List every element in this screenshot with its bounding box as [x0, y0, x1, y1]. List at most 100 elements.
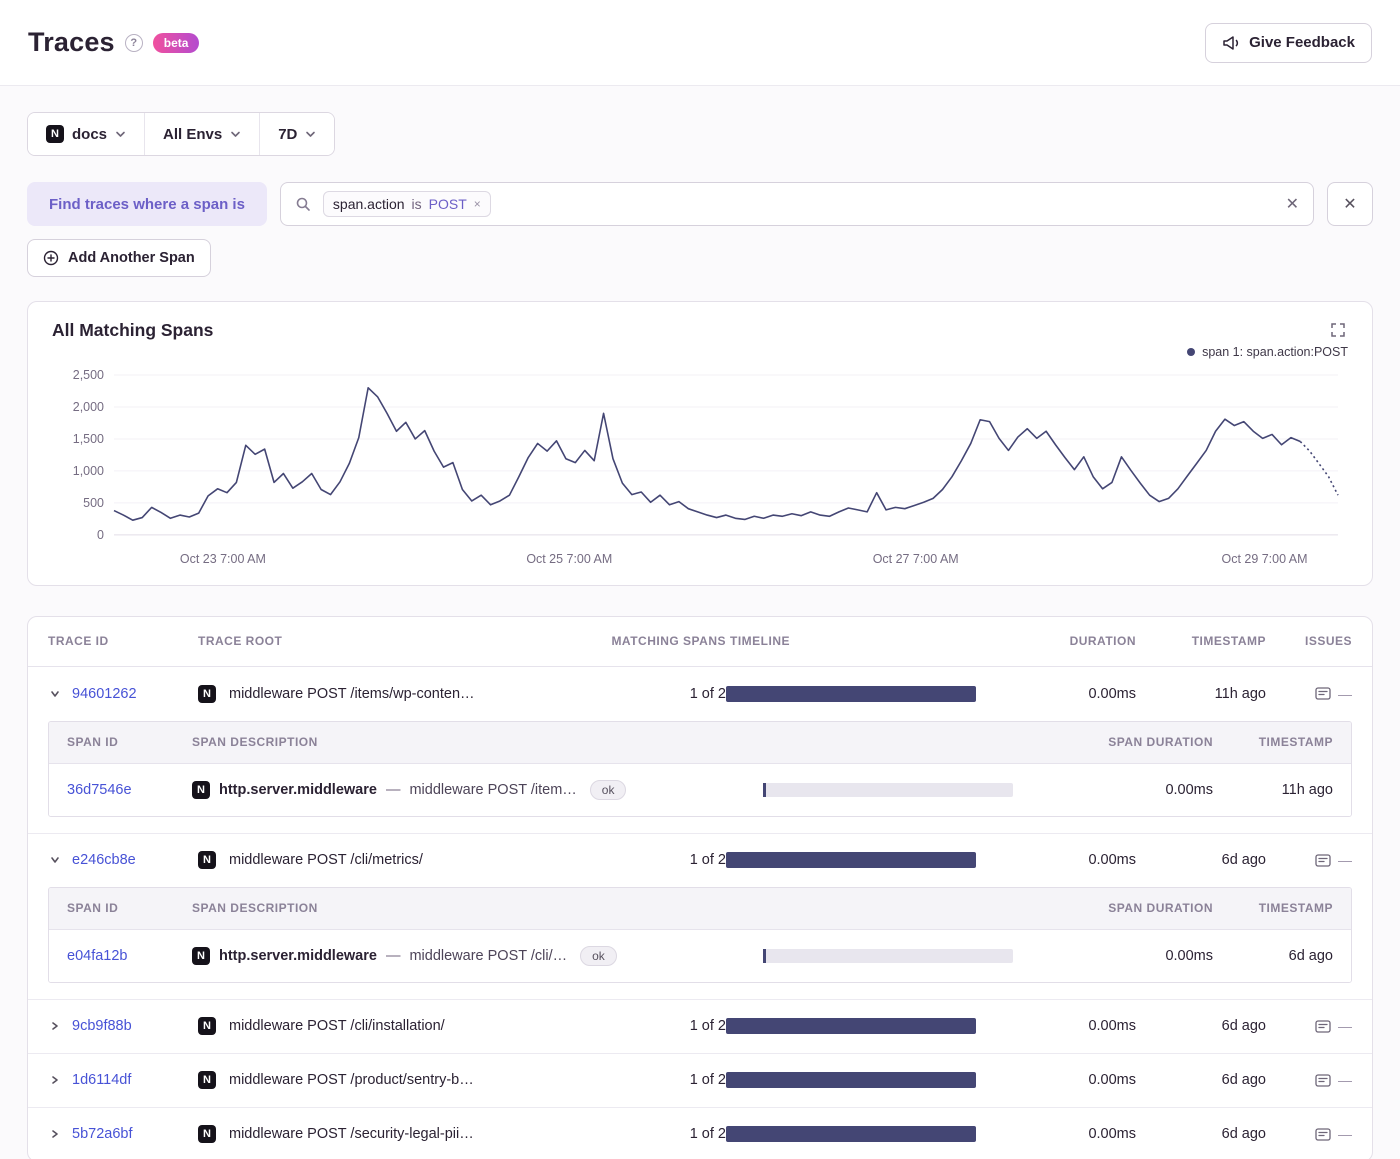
date-range-selector-label: 7D: [278, 125, 298, 143]
svg-text:Oct 23 7:00 AM: Oct 23 7:00 AM: [180, 552, 266, 566]
span-id-link[interactable]: e04fa12b: [67, 948, 127, 964]
svg-text:Oct 25 7:00 AM: Oct 25 7:00 AM: [526, 552, 612, 566]
expand-chevron-icon[interactable]: [48, 1075, 62, 1085]
filter-token[interactable]: span.action is POST ×: [322, 191, 491, 217]
nextjs-platform-icon: N: [192, 780, 210, 799]
col-span-timestamp: TIMESTAMP: [1258, 735, 1333, 750]
trace-id-link[interactable]: 94601262: [72, 686, 137, 702]
span-table-header: SPAN ID SPAN DESCRIPTION SPAN DURATION T…: [49, 721, 1351, 764]
col-matching-spans: MATCHING SPANS: [611, 634, 726, 649]
give-feedback-label: Give Feedback: [1249, 34, 1355, 51]
plus-circle-icon: [43, 250, 59, 266]
beta-badge: beta: [152, 32, 200, 53]
duration-value: 0.00ms: [1088, 685, 1136, 702]
svg-text:500: 500: [83, 496, 104, 510]
col-span-timestamp: TIMESTAMP: [1258, 901, 1333, 916]
page-title: Traces: [28, 27, 115, 57]
span-timeline-bar[interactable]: [763, 782, 1013, 797]
trace-row: 94601262 N middleware POST /items/wp-con…: [28, 667, 1372, 721]
timestamp-value[interactable]: 6d ago: [1221, 1126, 1266, 1143]
timeline-bar[interactable]: [726, 1018, 976, 1035]
span-row: 36d7546e N http.server.middleware — midd…: [49, 763, 1351, 816]
timeline-bar[interactable]: [726, 1126, 976, 1143]
timeline-bar[interactable]: [726, 852, 976, 869]
duration-value: 0.00ms: [1088, 852, 1136, 869]
give-feedback-button[interactable]: Give Feedback: [1205, 22, 1372, 63]
fullscreen-button[interactable]: [1328, 320, 1348, 343]
col-span-id: SPAN ID: [67, 901, 119, 916]
megaphone-icon: [1222, 35, 1240, 51]
main-content: N docs All Envs 7D Find traces where a s…: [0, 86, 1400, 1159]
fullscreen-icon: [1330, 322, 1346, 338]
timestamp-value[interactable]: 6d ago: [1221, 1072, 1266, 1089]
span-search-row: Find traces where a span is span.action …: [27, 182, 1373, 226]
span-timestamp-value[interactable]: 6d ago: [1288, 947, 1333, 964]
span-search-input[interactable]: span.action is POST × ✕: [279, 182, 1314, 226]
matching-spans-value: 1 of 2: [689, 1072, 726, 1089]
issues-icon: [1315, 1020, 1331, 1033]
trace-id-link[interactable]: 9cb9f88b: [72, 1018, 132, 1034]
trace-id-link[interactable]: e246cb8e: [72, 852, 136, 868]
col-span-duration: SPAN DURATION: [1108, 735, 1213, 750]
token-remove-icon[interactable]: ×: [474, 198, 481, 210]
expand-chevron-icon[interactable]: [48, 855, 62, 865]
token-key: span.action: [332, 196, 405, 212]
span-duration-value: 0.00ms: [1165, 947, 1213, 964]
add-another-span-button[interactable]: Add Another Span: [27, 239, 211, 277]
span-op: http.server.middleware: [219, 781, 377, 798]
issues-count: —: [1338, 1126, 1352, 1143]
date-range-selector[interactable]: 7D: [259, 113, 335, 155]
expand-chevron-icon[interactable]: [48, 1021, 62, 1031]
col-duration: DURATION: [1069, 634, 1136, 649]
matching-spans-value: 1 of 2: [689, 685, 726, 702]
trace-id-link[interactable]: 5b72a6bf: [72, 1126, 132, 1142]
filter-bar: N docs All Envs 7D: [27, 112, 1373, 156]
expand-chevron-icon[interactable]: [48, 689, 62, 699]
trace-root-text: middleware POST /items/wp-conten…: [229, 685, 475, 702]
project-selector[interactable]: N docs: [28, 113, 145, 155]
issues-count: —: [1338, 685, 1352, 702]
duration-value: 0.00ms: [1088, 1072, 1136, 1089]
spans-chart-svg[interactable]: 0 500 1,000 1,500 2,000 2,500 Oct 23 7:00 AM Oc…: [52, 363, 1348, 575]
col-trace-root: TRACE ROOT: [198, 634, 283, 649]
issues-count: —: [1338, 852, 1352, 869]
help-icon[interactable]: ?: [124, 33, 143, 52]
add-another-span-label: Add Another Span: [68, 250, 195, 266]
clear-search-icon[interactable]: ✕: [1286, 194, 1299, 214]
timestamp-value[interactable]: 6d ago: [1221, 1018, 1266, 1035]
span-separator: —: [385, 947, 401, 964]
issues-icon: [1315, 1074, 1331, 1087]
span-row: e04fa12b N http.server.middleware — midd…: [49, 929, 1351, 982]
trace-row: 1d6114df N middleware POST /product/sent…: [28, 1052, 1372, 1107]
find-traces-label: Find traces where a span is: [27, 182, 267, 226]
close-span-filter-button[interactable]: ✕: [1327, 182, 1373, 226]
col-issues: ISSUES: [1304, 634, 1352, 649]
chart-legend: span 1: span.action:POST: [52, 345, 1348, 359]
span-separator: —: [385, 781, 401, 798]
span-timeline-bar[interactable]: [763, 948, 1013, 963]
svg-text:2,500: 2,500: [73, 368, 104, 382]
span-status-badge: ok: [589, 779, 627, 800]
expand-chevron-icon[interactable]: [48, 1129, 62, 1139]
token-value: POST: [428, 196, 467, 212]
span-table-header: SPAN ID SPAN DESCRIPTION SPAN DURATION T…: [49, 887, 1351, 930]
nextjs-platform-icon: N: [198, 1071, 216, 1090]
trace-root-text: middleware POST /product/sentry-b…: [229, 1072, 474, 1089]
timeline-bar[interactable]: [726, 685, 976, 702]
project-selector-label: docs: [72, 125, 108, 143]
traces-table-header: TRACE ID TRACE ROOT MATCHING SPANS TIMEL…: [28, 617, 1372, 667]
col-span-id: SPAN ID: [67, 735, 119, 750]
legend-dot: [1187, 348, 1196, 356]
traces-table: TRACE ID TRACE ROOT MATCHING SPANS TIMEL…: [27, 615, 1373, 1159]
span-timestamp-value[interactable]: 11h ago: [1281, 781, 1333, 798]
trace-id-link[interactable]: 1d6114df: [72, 1072, 131, 1088]
timestamp-value[interactable]: 6d ago: [1221, 852, 1266, 869]
timestamp-value[interactable]: 11h ago: [1214, 685, 1266, 702]
trace-root-text: middleware POST /cli/metrics/: [229, 852, 423, 869]
col-span-duration: SPAN DURATION: [1108, 901, 1213, 916]
trace-row: 9cb9f88b N middleware POST /cli/installa…: [28, 998, 1372, 1053]
chevron-down-icon: [305, 130, 316, 138]
environment-selector[interactable]: All Envs: [144, 113, 260, 155]
span-id-link[interactable]: 36d7546e: [67, 782, 132, 798]
timeline-bar[interactable]: [726, 1072, 976, 1089]
